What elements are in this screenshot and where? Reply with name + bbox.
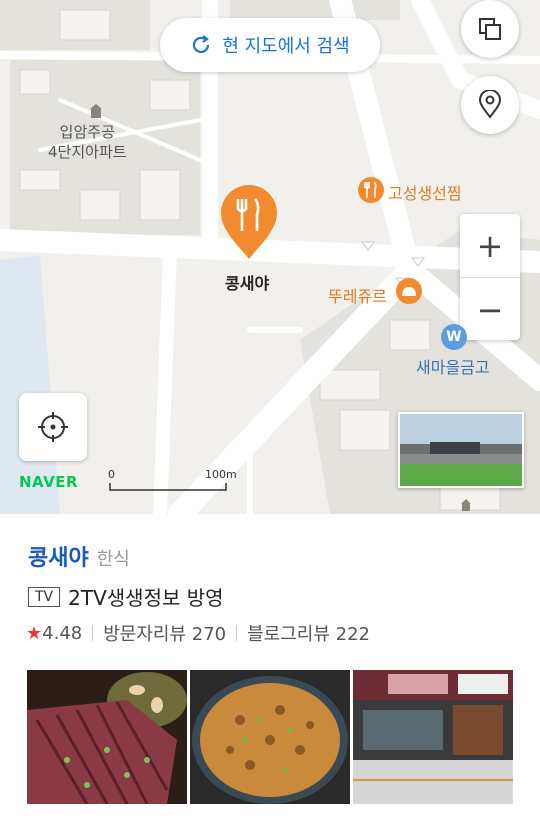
- place-name[interactable]: 콩새야: [28, 540, 89, 572]
- blog-review-count[interactable]: 블로그리뷰 222: [247, 620, 370, 646]
- tv-badge: TV: [28, 586, 61, 607]
- current-location-button[interactable]: [19, 393, 87, 461]
- bank-poi-icon[interactable]: W: [441, 324, 467, 350]
- location-marker-button[interactable]: [461, 76, 519, 134]
- fried-rice-pan-photo: [190, 670, 350, 804]
- stats-divider: [92, 625, 94, 641]
- grilled-beef-photo: [27, 670, 187, 804]
- tv-appearance-text: 2TV생생정보 방영: [68, 586, 224, 610]
- tv-appearance-row: TV 2TV생생정보 방영: [28, 582, 224, 611]
- restaurant-poi-icon[interactable]: [358, 177, 384, 203]
- layer-toggle-button[interactable]: [461, 0, 519, 58]
- review-stats-row: ★ 4.48 방문자리뷰 270 블로그리뷰 222: [26, 620, 370, 646]
- star-icon: ★: [26, 622, 43, 644]
- street-view-thumbnail[interactable]: [398, 412, 524, 488]
- building-icon: [89, 103, 103, 122]
- selected-place-label[interactable]: 콩새야: [225, 270, 269, 294]
- search-this-area-label: 현 지도에서 검색: [222, 36, 350, 57]
- crosshair-icon: [38, 412, 68, 442]
- building-icon-small: [460, 496, 472, 514]
- map-view[interactable]: 현 지도에서 검색 + − 입암주공 4단지아파트 고성생선찜 뚜레쥬르 W 새…: [0, 0, 540, 514]
- search-this-area-button[interactable]: 현 지도에서 검색: [160, 18, 380, 72]
- layers-icon: [479, 18, 501, 40]
- rating-value: 4.48: [42, 622, 83, 644]
- bakery-poi-icon[interactable]: [396, 278, 422, 304]
- place-title-row: 콩새야 한식: [28, 540, 130, 572]
- map-pin-icon: [478, 90, 502, 119]
- scale-end-label: 100m: [205, 468, 237, 481]
- apartment-label-line2: 4단지아파트: [48, 143, 127, 161]
- zoom-out-button[interactable]: −: [460, 278, 520, 341]
- stats-divider: [236, 625, 238, 641]
- place-photo-3[interactable]: [353, 670, 513, 804]
- zoom-controls: + −: [460, 214, 520, 340]
- naver-logo: NAVER: [19, 473, 79, 491]
- apartment-label-line1: 입암주공: [59, 123, 115, 141]
- apartment-label[interactable]: 입암주공 4단지아파트: [48, 122, 127, 162]
- poi-label-saemaeul[interactable]: 새마을금고: [416, 354, 490, 378]
- scale-bar: [109, 483, 227, 491]
- poi-label-goseong[interactable]: 고성생선찜: [388, 180, 462, 204]
- refresh-icon: [193, 35, 210, 54]
- restaurant-pin-icon: [221, 185, 277, 259]
- visitor-review-count[interactable]: 방문자리뷰 270: [103, 620, 226, 646]
- selected-place-marker[interactable]: [220, 185, 278, 265]
- place-photo-1[interactable]: [27, 670, 187, 804]
- place-photo-2[interactable]: [190, 670, 350, 804]
- street-view-image: [400, 414, 522, 486]
- place-category: 한식: [96, 549, 130, 570]
- scale-start-label: 0: [108, 468, 115, 481]
- place-info-panel[interactable]: 콩새야 한식 TV 2TV생생정보 방영 ★ 4.48 방문자리뷰 270 블로…: [0, 514, 540, 834]
- storefront-photo: [353, 670, 513, 804]
- poi-label-ttore[interactable]: 뚜레쥬르: [328, 283, 387, 307]
- zoom-in-button[interactable]: +: [460, 214, 520, 277]
